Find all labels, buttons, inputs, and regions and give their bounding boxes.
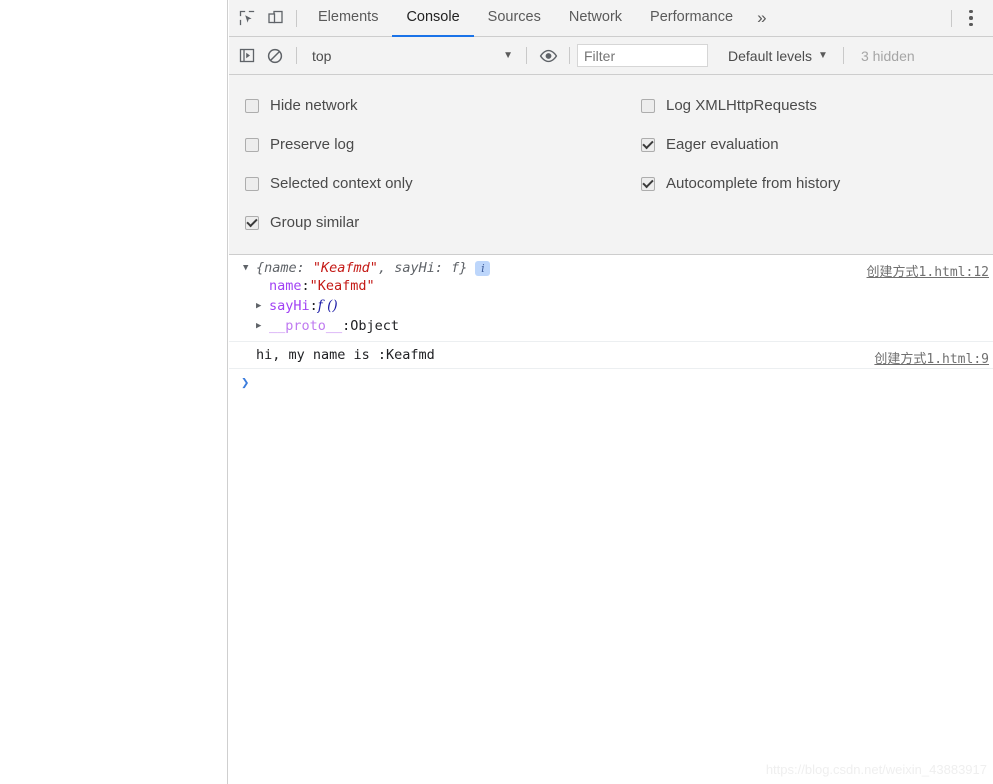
setting-autocomplete-history[interactable]: Autocomplete from history: [641, 164, 840, 203]
setting-label-hide-network: Hide network: [270, 97, 358, 114]
toolbar-divider-right: [951, 9, 952, 27]
object-preview-open: {name:: [256, 260, 313, 276]
property-value-name: "Keafmd": [309, 278, 375, 294]
devtools-panel: Elements Console Sources Network Perform…: [229, 0, 993, 784]
object-preview-rest: , sayHi: f}: [377, 260, 468, 276]
setting-label-group-similar: Group similar: [270, 214, 360, 231]
more-tabs-icon[interactable]: »: [747, 0, 776, 37]
checkbox-selected-context-only[interactable]: [245, 176, 259, 191]
devtools-tab-toolbar: Elements Console Sources Network Perform…: [229, 0, 993, 37]
source-link-object[interactable]: 创建方式1.html:12: [867, 261, 989, 280]
setting-eager-evaluation[interactable]: Eager evaluation: [641, 125, 840, 164]
console-settings-panel: Hide network Preserve log Selected conte…: [229, 75, 993, 255]
chevron-down-icon-levels: ▼: [818, 50, 828, 61]
property-key-name: name: [269, 278, 302, 294]
object-preview-line[interactable]: ▼ {name: "Keafmd", sayHi: f} i: [243, 260, 813, 276]
execution-context-label: top: [312, 47, 332, 64]
prompt-caret-icon: ❯: [241, 375, 250, 391]
chevron-down-icon: ▼: [503, 50, 513, 61]
setting-label-preserve-log: Preserve log: [270, 136, 355, 153]
property-disclosure-proto[interactable]: ▶: [256, 321, 269, 331]
setting-group-similar[interactable]: Group similar: [245, 203, 641, 242]
property-separator-sayhi: :: [309, 298, 318, 314]
checkbox-hide-network[interactable]: [245, 98, 259, 113]
property-key-sayhi: sayHi: [269, 298, 310, 314]
checkbox-log-xhr[interactable]: [641, 98, 655, 113]
settings-column-left: Hide network Preserve log Selected conte…: [229, 86, 641, 242]
watermark-text: https://blog.csdn.net/weixin_43883917: [765, 762, 987, 777]
device-toolbar-icon[interactable]: [261, 4, 289, 32]
setting-preserve-log[interactable]: Preserve log: [245, 125, 641, 164]
tab-performance[interactable]: Performance: [636, 0, 747, 37]
filter-toolbar-divider-2: [526, 47, 527, 64]
hidden-messages-count: 3 hidden: [860, 47, 915, 64]
console-log-text: hi, my name is :Keafmd: [256, 347, 435, 363]
clear-console-icon[interactable]: [261, 42, 289, 70]
tab-network[interactable]: Network: [555, 0, 636, 37]
property-value-proto: Object: [350, 318, 400, 334]
setting-label-selected-context-only: Selected context only: [270, 175, 413, 192]
filter-toolbar-divider-4: [842, 47, 844, 64]
expand-toggle-icon[interactable]: ▼: [243, 263, 256, 273]
setting-selected-context-only[interactable]: Selected context only: [245, 164, 641, 203]
checkbox-autocomplete-history[interactable]: [641, 176, 655, 191]
console-log-message[interactable]: hi, my name is :Keafmd 创建方式1.html:9: [229, 342, 993, 369]
object-preview-string: "Keafmd": [312, 260, 378, 276]
console-filter-toolbar: top ▼ Default levels ▼ 3 hidden: [229, 37, 993, 75]
checkbox-group-similar[interactable]: [245, 215, 259, 230]
setting-label-eager-evaluation: Eager evaluation: [666, 136, 779, 153]
log-levels-dropdown[interactable]: Default levels ▼: [720, 44, 836, 68]
setting-label-autocomplete-history: Autocomplete from history: [666, 175, 841, 192]
object-property-proto[interactable]: ▶ __proto__ : Object: [243, 316, 813, 336]
setting-label-log-xhr: Log XMLHttpRequests: [666, 97, 817, 114]
property-separator-proto: :: [342, 318, 351, 334]
inspect-cursor-icon[interactable]: [233, 4, 261, 32]
more-options-icon[interactable]: [959, 4, 983, 32]
tab-console[interactable]: Console: [392, 0, 474, 37]
filter-toolbar-divider-3: [569, 47, 570, 64]
settings-column-right: Log XMLHttpRequests Eager evaluation Aut…: [641, 86, 840, 242]
page-content-area: [0, 0, 228, 784]
console-sidebar-icon[interactable]: [233, 42, 261, 70]
object-property-sayhi[interactable]: ▶ sayHi : f (): [243, 296, 813, 316]
checkbox-eager-evaluation[interactable]: [641, 137, 655, 152]
object-property-name[interactable]: name : "Keafmd": [243, 276, 813, 296]
execution-context-selector[interactable]: top ▼: [304, 44, 519, 68]
property-disclosure-sayhi[interactable]: ▶: [256, 301, 269, 311]
filter-toolbar-divider-1: [296, 47, 297, 64]
filter-input[interactable]: [577, 44, 708, 67]
object-preview: {name: "Keafmd", sayHi: f}: [256, 260, 467, 276]
console-output: ▼ {name: "Keafmd", sayHi: f} i name : "K…: [229, 255, 993, 784]
live-expression-icon[interactable]: [534, 42, 562, 70]
property-value-sayhi: f (): [317, 298, 338, 314]
console-object-message[interactable]: ▼ {name: "Keafmd", sayHi: f} i name : "K…: [229, 255, 993, 342]
devtools-window: Elements Console Sources Network Perform…: [0, 0, 993, 784]
devtools-tabs: Elements Console Sources Network Perform…: [304, 0, 777, 37]
tab-sources[interactable]: Sources: [474, 0, 555, 37]
checkbox-preserve-log[interactable]: [245, 137, 259, 152]
setting-log-xhr[interactable]: Log XMLHttpRequests: [641, 86, 840, 125]
log-levels-label: Default levels: [728, 47, 813, 64]
toolbar-divider: [296, 9, 297, 27]
console-prompt[interactable]: ❯: [229, 369, 993, 397]
property-separator-name: :: [301, 278, 310, 294]
source-link-log[interactable]: 创建方式1.html:9: [874, 348, 989, 367]
property-key-proto: __proto__: [269, 318, 343, 334]
info-badge-icon[interactable]: i: [475, 260, 491, 276]
setting-hide-network[interactable]: Hide network: [245, 86, 641, 125]
tab-elements[interactable]: Elements: [304, 0, 392, 37]
